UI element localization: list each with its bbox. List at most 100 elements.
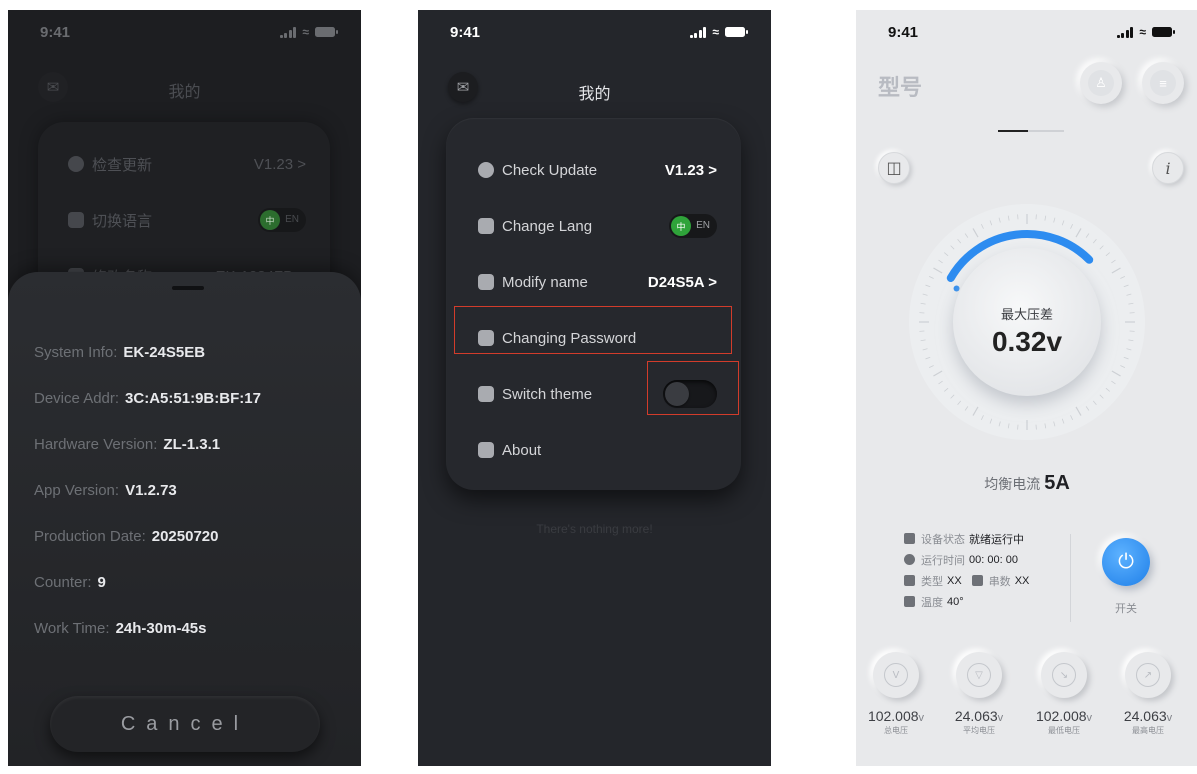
info-device-addr: Device Addr: 3C:A5:51:9B:BF:17	[34, 390, 261, 407]
language-toggle[interactable]: 中 EN	[669, 214, 717, 238]
info-system: System Info: EK-24S5EB	[34, 344, 205, 361]
wifi-icon: ≈	[712, 25, 719, 39]
stat-value: 就绪运行中	[969, 533, 1024, 546]
info-label: Work Time:	[34, 620, 110, 637]
status-bar: 9:41 ≈	[856, 10, 1197, 54]
sheet-handle[interactable]	[172, 286, 204, 290]
device-info-sheet: System Info: EK-24S5EB Device Addr: 3C:A5:…	[8, 272, 361, 766]
toggle-off-label: EN	[285, 214, 299, 225]
device-stats: 设备状态 就绪运行中 运行时间 00: 00: 00 类型 XX 串数 XX 温度 40°	[904, 528, 1029, 612]
meter-value: 24.063	[954, 708, 998, 724]
nav-bar: ✉ 我的	[418, 70, 771, 106]
battery-icon	[725, 27, 748, 37]
balance-current: 均衡电流 5A	[856, 472, 1197, 495]
update-icon	[68, 156, 84, 172]
info-production-date: Production Date: 20250720	[34, 528, 218, 545]
stat-label: 类型	[921, 575, 943, 588]
status-time: 9:41	[888, 23, 919, 41]
gauge-start-dot	[953, 285, 960, 292]
book-button[interactable]: ◫	[878, 152, 910, 184]
info-label: Counter:	[34, 574, 92, 591]
meter-label: 总电压	[884, 726, 908, 735]
row-label: About	[502, 441, 542, 459]
battery-icon	[315, 27, 338, 37]
stat-label: 温度	[921, 596, 943, 609]
settings-row-check-update[interactable]: Check Update V1.23 >	[478, 158, 717, 182]
info-app-version: App Version: V1.2.73	[34, 482, 177, 499]
settings-card: Check Update V1.23 > Change Lang 中 EN Mo…	[446, 118, 741, 490]
language-toggle[interactable]: 中 EN	[258, 208, 306, 232]
meter-unit: v	[1086, 712, 1093, 724]
gauge-label: 最大压差	[1000, 307, 1053, 322]
info-label: Production Date:	[34, 528, 146, 545]
user-icon: ♙	[1088, 70, 1114, 96]
settings-row-about[interactable]: About	[478, 438, 717, 462]
edit-icon	[478, 274, 494, 290]
stat-value: 00: 00: 00	[969, 553, 1018, 566]
voltage-icon: V	[884, 663, 908, 687]
update-icon	[478, 162, 494, 178]
info-counter: Counter: 9	[34, 574, 106, 591]
page-title: 我的	[578, 86, 611, 103]
meter-button: V	[873, 652, 919, 698]
row-label: 检查更新	[92, 156, 153, 174]
stat-label: 设备状态	[921, 533, 965, 546]
info-value: 24h-30m-45s	[115, 620, 207, 637]
signal-icon	[689, 26, 707, 38]
stat-status: 设备状态 就绪运行中	[904, 528, 1029, 549]
phone-dark-settings: 9:41 ≈ ✉ 我的 Check Update V1.23 > Change …	[418, 10, 771, 766]
meter-button: ↘	[1041, 652, 1087, 698]
stat-label: 运行时间	[921, 554, 965, 567]
stat-label: 串数	[988, 575, 1011, 588]
stat-temperature: 温度 40°	[904, 591, 1029, 612]
meter-value: 102.008	[1035, 708, 1087, 724]
toggle-knob: 中	[671, 216, 691, 236]
row-label: Switch theme	[502, 385, 593, 403]
nav-bar: ✉ 我的	[8, 70, 361, 106]
settings-row-modify-name[interactable]: Modify name D24S5A >	[478, 270, 717, 294]
row-value: V1.23 >	[664, 161, 717, 179]
phone-light-gauge: 9:41 ≈ 型号 ♙ ≡ ◫ i 最大压差 0.32v 均衡电流 5A 设备状…	[856, 10, 1197, 766]
info-button[interactable]: i	[1152, 152, 1184, 184]
info-label: Device Addr:	[34, 390, 120, 407]
status-bar: 9:41 ≈	[418, 10, 771, 54]
language-icon	[68, 212, 84, 228]
meter-max-voltage[interactable]: ↗ 24.063v 最高电压	[1108, 652, 1188, 736]
settings-row-check-update[interactable]: 检查更新 V1.23 >	[68, 152, 306, 176]
stat-value: XX	[1014, 574, 1030, 587]
user-button[interactable]: ♙	[1080, 62, 1122, 104]
series-icon	[971, 575, 983, 586]
row-label: 切换语言	[92, 212, 153, 230]
info-label: Hardware Version:	[34, 436, 158, 453]
settings-row-change-lang[interactable]: Change Lang 中 EN	[478, 214, 717, 238]
status-time: 9:41	[450, 23, 481, 41]
meter-value: 102.008	[867, 708, 919, 724]
meter-average-voltage[interactable]: ▽ 24.063v 平均电压	[939, 652, 1019, 736]
cancel-button[interactable]: Cancel	[50, 696, 320, 752]
meter-min-voltage[interactable]: ↘ 102.008v 最低电压	[1024, 652, 1104, 736]
meter-reading: 102.008v	[856, 708, 936, 724]
meter-total-voltage[interactable]: V 102.008v 总电压	[856, 652, 936, 736]
type-icon	[904, 575, 915, 586]
status-icons: ≈	[689, 25, 748, 39]
language-icon	[478, 218, 494, 234]
power-icon: ⏻	[1118, 550, 1134, 573]
meter-label: 最低电压	[1048, 726, 1080, 735]
document-icon	[478, 442, 494, 458]
active-tab-bar	[998, 130, 1028, 132]
tab-indicator	[998, 130, 1064, 132]
page-title: 我的	[168, 84, 201, 101]
trend-up-icon: ↗	[1136, 663, 1160, 687]
wifi-icon: ≈	[302, 25, 309, 39]
status-icons: ≈	[1116, 25, 1175, 39]
row-label: Change Lang	[502, 217, 593, 235]
current-value: 5A	[1044, 472, 1070, 494]
meter-label: 最高电压	[1132, 726, 1164, 735]
settings-row-change-lang[interactable]: 切换语言 中 EN	[68, 208, 306, 232]
power-button[interactable]: ⏻	[1102, 538, 1150, 586]
power-label: 开关	[1115, 603, 1137, 615]
row-label: Check Update	[502, 161, 598, 179]
meter-button: ↗	[1125, 652, 1171, 698]
menu-button[interactable]: ≡	[1142, 62, 1184, 104]
info-value: 20250720	[151, 528, 219, 545]
